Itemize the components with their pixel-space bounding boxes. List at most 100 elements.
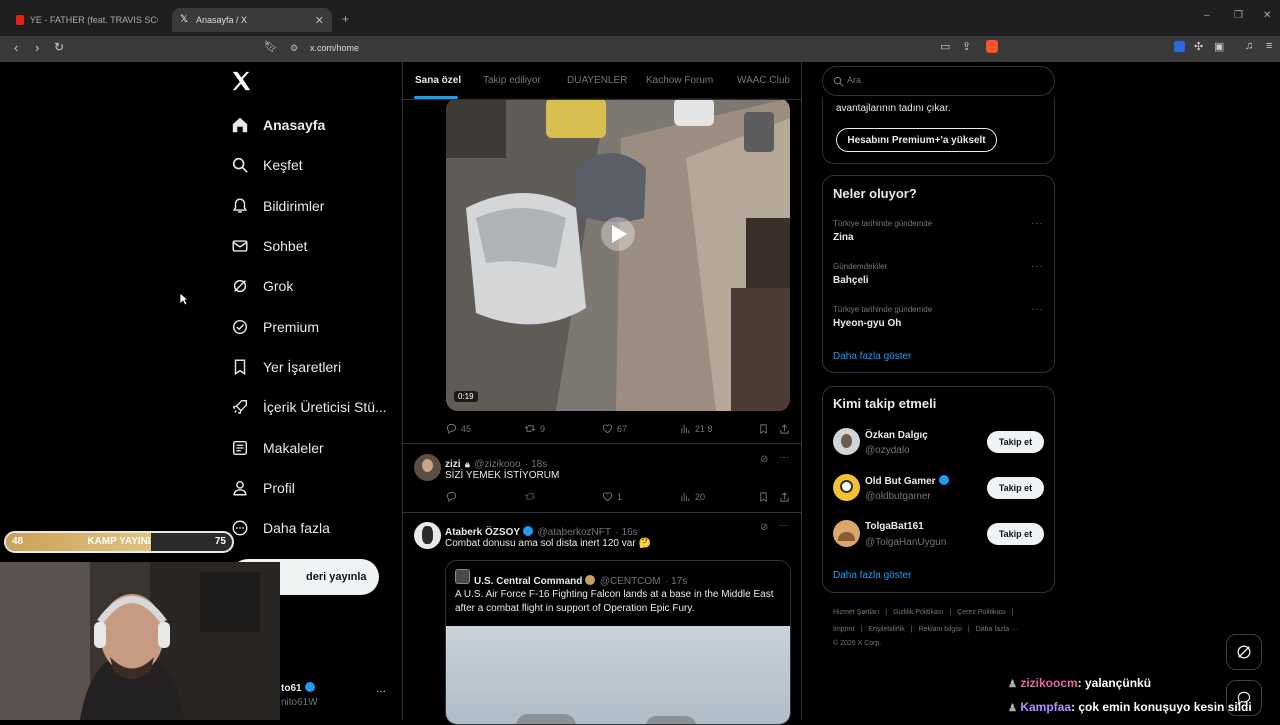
sidebar-icon[interactable]: ▣ xyxy=(1214,40,1224,53)
trend-name[interactable]: Zina xyxy=(833,232,854,243)
minimize-button[interactable]: – xyxy=(1204,10,1210,21)
tweet-video[interactable] xyxy=(446,98,790,411)
youtube-icon xyxy=(16,15,24,25)
reload-icon[interactable]: ↻ xyxy=(54,40,64,54)
nav-item-9[interactable]: Profil xyxy=(230,475,295,501)
bookmark-icon[interactable] xyxy=(758,423,769,435)
trends-title: Neler oluyor? xyxy=(833,186,917,201)
account-more-icon[interactable]: ··· xyxy=(376,686,386,697)
url-input[interactable]: ⚙ x.com/home xyxy=(280,38,1000,58)
grok-explain-icon[interactable]: ⊘ xyxy=(760,522,768,533)
bookmark-page-icon[interactable]: 🔖︎ xyxy=(264,40,278,53)
bookmark-icon[interactable] xyxy=(758,491,769,503)
footer-link[interactable]: Gizlilik Politikası xyxy=(893,609,943,616)
like-button[interactable]: 1 xyxy=(602,491,622,502)
avatar[interactable] xyxy=(414,454,441,481)
repost-button[interactable]: 9 xyxy=(524,423,545,434)
tweet-time[interactable]: · 18s xyxy=(525,459,547,470)
tab-kachow-forum[interactable]: Kachow Forum xyxy=(646,75,713,86)
search-icon xyxy=(230,155,250,175)
suggestion-name[interactable]: TolgaBat161 xyxy=(865,521,924,532)
footer-link[interactable]: Daha fazla ··· xyxy=(976,626,1018,633)
reply-button[interactable]: 45 xyxy=(446,423,471,434)
site-info-icon[interactable]: ⚙ xyxy=(290,43,298,54)
nav-item-8[interactable]: Makaleler xyxy=(230,435,324,461)
share-icon[interactable] xyxy=(779,491,790,503)
tweet-more-icon[interactable]: ··· xyxy=(779,452,789,463)
trend-more-icon[interactable]: ··· xyxy=(1031,261,1044,272)
nav-item-label: Makaleler xyxy=(263,440,324,456)
reply-icon[interactable] xyxy=(446,491,457,502)
views-button[interactable]: 21 8 xyxy=(680,423,713,434)
share-icon[interactable]: ⇪ xyxy=(962,40,971,53)
follow-button[interactable]: Takip et xyxy=(987,431,1044,453)
follow-button[interactable]: Takip et xyxy=(987,477,1044,499)
trend-name[interactable]: Hyeon-gyu Oh xyxy=(833,318,901,329)
back-icon[interactable]: ‹ xyxy=(14,40,18,55)
views-count: 21 8 xyxy=(695,423,713,434)
tab-duayenler[interactable]: DUAYENLER xyxy=(567,75,627,86)
tab-youtube[interactable]: YE - FATHER (feat. TRAVIS SCOTT) - Y xyxy=(8,8,166,32)
cast-icon[interactable]: ▭ xyxy=(940,40,950,53)
trend-more-icon[interactable]: ··· xyxy=(1031,304,1044,315)
quoted-tweet[interactable]: U.S. Central Command @CENTCOM · 17s A U.… xyxy=(445,560,791,725)
avatar[interactable] xyxy=(833,428,860,455)
grok-floating-button[interactable] xyxy=(1226,634,1262,670)
suggestion-name[interactable]: Özkan Dalgıç xyxy=(865,430,928,441)
tab-waac-club[interactable]: WAAC Club xyxy=(737,75,790,86)
tweet-time[interactable]: · 16s xyxy=(615,527,637,538)
search-box[interactable]: Ara xyxy=(822,66,1055,96)
tweet-handle[interactable]: @zizikooo xyxy=(474,459,520,470)
menu-icon[interactable]: ≡ xyxy=(1266,40,1272,52)
tab-x-home[interactable]: 𝕏 Anasayfa / X ✕ xyxy=(172,8,332,32)
trend-more-icon[interactable]: ··· xyxy=(1031,218,1044,229)
tweet-more-icon[interactable]: ··· xyxy=(779,520,789,531)
forward-icon[interactable]: › xyxy=(35,40,39,55)
repost-icon[interactable] xyxy=(524,491,536,502)
suggestion-name[interactable]: Old But Gamer xyxy=(865,475,949,487)
account-name[interactable]: to61 xyxy=(281,682,315,694)
verified-badge-icon xyxy=(938,475,949,485)
share-icon[interactable] xyxy=(779,423,790,435)
nav-item-0[interactable]: Anasayfa xyxy=(230,112,325,138)
puzzle-icon[interactable]: ✣ xyxy=(1194,40,1203,53)
avatar[interactable] xyxy=(833,520,860,547)
trend-name[interactable]: Bahçeli xyxy=(833,275,869,286)
maximize-button[interactable]: ❐ xyxy=(1234,10,1243,21)
new-tab-button[interactable]: + xyxy=(342,12,349,26)
follow-button[interactable]: Takip et xyxy=(987,523,1044,545)
like-button[interactable]: 67 xyxy=(602,423,627,434)
avatar[interactable] xyxy=(833,474,860,501)
footer-link[interactable]: Hizmet Şartları xyxy=(833,609,879,616)
brave-shield-icon[interactable] xyxy=(986,40,998,53)
footer-link[interactable]: Erişilebilirlik xyxy=(868,626,905,633)
chat-text: : yalançünkü xyxy=(1077,676,1152,690)
tweet-author-name[interactable]: Ataberk ÖZSOY xyxy=(445,527,520,538)
music-icon[interactable]: ♫ xyxy=(1245,40,1253,52)
x-logo-icon[interactable] xyxy=(230,70,252,92)
tweet-handle[interactable]: @ataberkozNFT xyxy=(537,527,611,538)
tab-following[interactable]: Takip ediliyor xyxy=(483,75,541,86)
nav-item-7[interactable]: İçerik Üreticisi Stü... xyxy=(230,394,387,420)
nav-item-1[interactable]: Keşfet xyxy=(230,152,303,178)
avatar[interactable] xyxy=(414,522,441,549)
footer-link[interactable]: Imprint xyxy=(833,626,854,633)
tweet-author-name[interactable]: zizi xyxy=(445,459,461,470)
nav-item-3[interactable]: Sohbet xyxy=(230,233,307,259)
grok-explain-icon[interactable]: ⊘ xyxy=(760,454,768,465)
nav-item-10[interactable]: Daha fazla xyxy=(230,515,330,541)
tab-for-you[interactable]: Sana özel xyxy=(415,75,461,86)
footer-link[interactable]: Reklam bilgisi xyxy=(919,626,962,633)
close-window-button[interactable]: ✕ xyxy=(1263,10,1271,21)
extension-icon[interactable] xyxy=(1174,41,1185,52)
nav-item-5[interactable]: Premium xyxy=(230,314,319,340)
footer-link[interactable]: Çerez Politikası xyxy=(957,609,1006,616)
views-button[interactable]: 20 xyxy=(680,491,705,502)
close-tab-icon[interactable]: ✕ xyxy=(315,14,324,27)
nav-item-4[interactable]: Grok xyxy=(230,273,293,299)
upgrade-premium-button[interactable]: Hesabını Premium+'a yükselt xyxy=(836,128,997,152)
nav-item-6[interactable]: Yer İşaretleri xyxy=(230,354,341,380)
nav-item-2[interactable]: Bildirimler xyxy=(230,193,324,219)
follow-show-more-link[interactable]: Daha fazla göster xyxy=(833,570,911,581)
trends-show-more-link[interactable]: Daha fazla göster xyxy=(833,351,911,362)
